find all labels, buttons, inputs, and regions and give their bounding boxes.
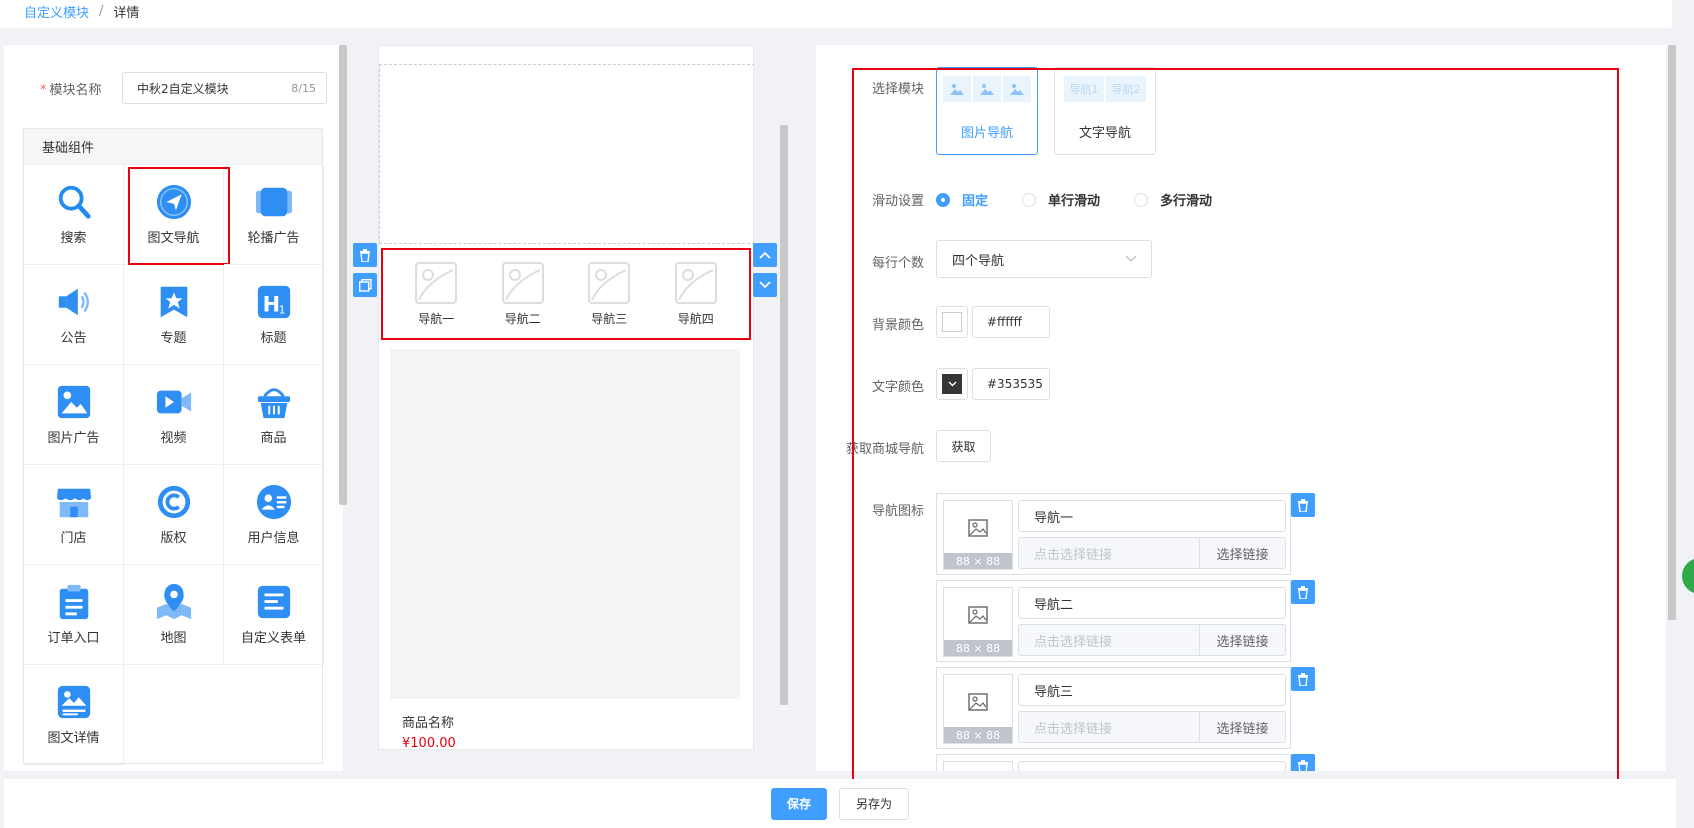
select-link-button[interactable]: 选择链接 bbox=[1199, 625, 1285, 655]
nav-link-input: 点击选择链接 选择链接 bbox=[1018, 537, 1286, 569]
nav-entry-list: 88 × 88 导航一 点击选择链接 选择链接 88 × 88 导航二 点击选择链接 选择链接… bbox=[0, 0, 1694, 771]
delete-nav-entry-button[interactable] bbox=[1291, 493, 1315, 517]
trash-icon bbox=[1298, 585, 1308, 599]
nav-name-input[interactable]: 导航一 bbox=[1018, 500, 1286, 532]
select-link-button[interactable]: 选择链接 bbox=[1199, 538, 1285, 568]
nav-link-input: 点击选择链接 选择链接 bbox=[1018, 711, 1286, 743]
delete-nav-entry-button[interactable] bbox=[1291, 754, 1315, 771]
nav-image-upload[interactable]: 88 × 88 bbox=[943, 587, 1013, 657]
nav-entry-card: 88 × 88 导航一点击选择链接 选择链接 bbox=[936, 493, 1291, 575]
nav-entry-card: 88 × 88 导航三点击选择链接 选择链接 bbox=[936, 667, 1291, 749]
nav-entry-card: 88 × 88导航四点击选择链接选择链接 bbox=[936, 754, 1291, 771]
trash-icon bbox=[1298, 759, 1308, 771]
nav-name-input[interactable]: 导航二 bbox=[1018, 587, 1286, 619]
trash-icon bbox=[1298, 498, 1308, 512]
delete-nav-entry-button[interactable] bbox=[1291, 667, 1315, 691]
trash-icon bbox=[1298, 672, 1308, 686]
image-size-hint: 88 × 88 bbox=[944, 727, 1012, 743]
save-button[interactable]: 保存 bbox=[771, 787, 827, 820]
link-placeholder[interactable]: 点击选择链接 bbox=[1019, 631, 1199, 650]
image-placeholder-icon bbox=[968, 606, 988, 624]
nav-entry-card: 88 × 88 导航二点击选择链接 选择链接 bbox=[936, 580, 1291, 662]
image-placeholder-icon bbox=[968, 693, 988, 711]
select-link-button[interactable]: 选择链接 bbox=[1199, 712, 1285, 742]
image-placeholder-icon bbox=[968, 519, 988, 537]
nav-link-input: 点击选择链接 选择链接 bbox=[1018, 624, 1286, 656]
save-as-button[interactable]: 另存为 bbox=[839, 787, 909, 820]
image-size-hint: 88 × 88 bbox=[944, 553, 1012, 569]
delete-nav-entry-button[interactable] bbox=[1291, 580, 1315, 604]
nav-image-upload[interactable]: 88 × 88 bbox=[943, 761, 1013, 771]
nav-image-upload[interactable]: 88 × 88 bbox=[943, 500, 1013, 570]
nav-name-input[interactable]: 导航三 bbox=[1018, 674, 1286, 706]
nav-name-input[interactable]: 导航四 bbox=[1018, 761, 1286, 771]
nav-image-upload[interactable]: 88 × 88 bbox=[943, 674, 1013, 744]
image-size-hint: 88 × 88 bbox=[944, 640, 1012, 656]
footer-bar: 保存 另存为 bbox=[4, 779, 1676, 828]
link-placeholder[interactable]: 点击选择链接 bbox=[1019, 544, 1199, 563]
link-placeholder[interactable]: 点击选择链接 bbox=[1019, 718, 1199, 737]
